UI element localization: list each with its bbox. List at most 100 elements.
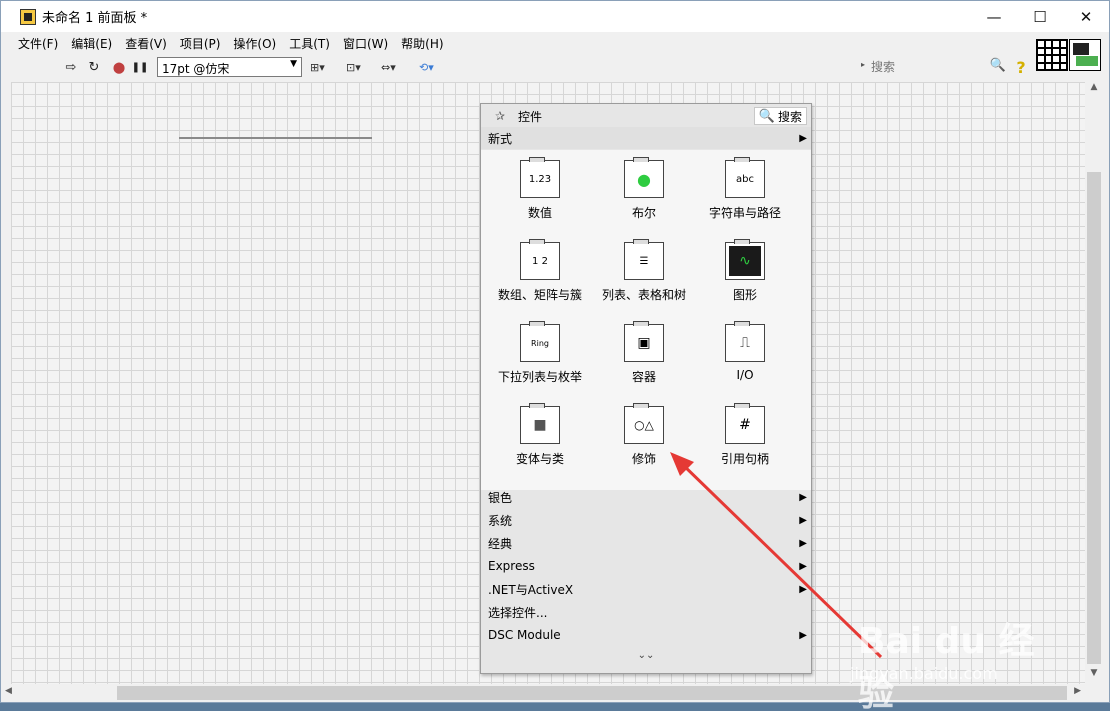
close-button[interactable]: ✕ — [1063, 1, 1109, 32]
boolean-folder-icon: ● — [624, 157, 664, 198]
maximize-button[interactable]: ☐ — [1017, 1, 1063, 32]
palette-search-button[interactable]: 🔍 搜索 — [753, 107, 807, 125]
palette-item-string-path[interactable]: abc 字符串与路径 — [693, 150, 797, 232]
palette-item-io[interactable]: ⎍ I/O — [693, 314, 797, 396]
category-modern[interactable]: 新式 ▶ — [481, 127, 811, 149]
category-label: 系统 — [488, 513, 513, 528]
category-label: 经典 — [488, 536, 513, 551]
pin-icon[interactable]: ✰ — [491, 109, 509, 123]
palette-item-containers[interactable]: ▣ 容器 — [592, 314, 696, 396]
palette-item-decorations[interactable]: ○△ 修饰 — [592, 396, 696, 478]
vi-icon-base — [1076, 56, 1098, 66]
scroll-down-icon[interactable]: ▼ — [1085, 668, 1103, 682]
watermark-text: Bai du 经验 — [858, 621, 1035, 711]
palette-item-boolean[interactable]: ● 布尔 — [592, 150, 696, 232]
window-controls: — ☐ ✕ — [971, 1, 1109, 32]
palette-item-ring-enum[interactable]: Ring 下拉列表与枚举 — [488, 314, 592, 396]
scroll-left-icon[interactable]: ◀ — [5, 686, 12, 696]
labview-app-icon — [20, 8, 36, 25]
vertical-scroll-thumb[interactable] — [1087, 172, 1101, 664]
toolbar-search: ▸ 🔍 — [861, 57, 1006, 77]
category-label: 银色 — [488, 490, 513, 505]
palette-item-refnum[interactable]: # 引用句柄 — [693, 396, 797, 478]
font-select-value: 17pt @仿宋 — [162, 62, 230, 76]
palette-item-numeric[interactable]: 1.23 数值 — [488, 150, 592, 232]
run-arrow-icon[interactable]: ⇨ — [62, 58, 80, 76]
palette-item-variant-class[interactable]: ■ 变体与类 — [488, 396, 592, 478]
palette-item-list-table-tree[interactable]: ☰ 列表、表格和树 — [592, 232, 696, 314]
graph-folder-icon: ∿ — [725, 239, 765, 280]
search-icon[interactable]: 🔍 — [990, 58, 1006, 73]
palette-item-array-matrix-cluster[interactable]: 1 2 数组、矩阵与簇 — [488, 232, 592, 314]
palette-item-label: 图形 — [732, 288, 757, 302]
baidu-watermark: Bai du 经验 jingyan.baidu.com — [850, 590, 1050, 711]
palette-item-label: 变体与类 — [515, 452, 564, 466]
chevron-right-icon: ▶ — [799, 491, 807, 503]
ring-enum-folder-icon: Ring — [520, 321, 560, 362]
category-label: Express — [488, 559, 535, 573]
palette-item-label: 下拉列表与枚举 — [497, 370, 582, 384]
category-label: .NET与ActiveX — [488, 582, 574, 597]
palette-item-label: 数组、矩阵与簇 — [497, 288, 582, 302]
palette-item-label: 字符串与路径 — [708, 206, 781, 220]
reorder-icon[interactable]: ⟲▾ — [419, 58, 434, 76]
resize-objects-icon[interactable]: ⇔▾ — [381, 58, 396, 76]
abort-icon[interactable]: ⬤ — [110, 58, 128, 76]
chevron-right-icon: ▶ — [799, 132, 807, 144]
search-input[interactable] — [871, 57, 991, 77]
minimize-button[interactable]: — — [971, 1, 1017, 32]
list-table-folder-icon: ☰ — [624, 239, 664, 280]
refnum-folder-icon: # — [725, 403, 765, 444]
menu-operate[interactable]: 操作(O) — [233, 35, 276, 52]
chevron-right-icon: ▶ — [799, 514, 807, 526]
category-dsc-module[interactable]: DSC Module ▶ — [481, 624, 811, 646]
vi-icon[interactable] — [1069, 39, 1101, 71]
context-help-icon[interactable]: ? — [1012, 57, 1030, 77]
category-dotnet-activex[interactable]: .NET与ActiveX ▶ — [481, 578, 811, 600]
chevron-right-icon: ▶ — [799, 583, 807, 595]
menu-project[interactable]: 项目(P) — [180, 35, 221, 52]
font-select[interactable]: 17pt @仿宋 ▼ — [157, 57, 302, 77]
menu-edit[interactable]: 编辑(E) — [71, 35, 112, 52]
menu-file[interactable]: 文件(F) — [18, 35, 58, 52]
menu-window[interactable]: 窗口(W) — [343, 35, 388, 52]
expand-more-icon[interactable]: ⌄⌄ — [481, 650, 811, 668]
palette-item-label: 容器 — [631, 370, 656, 384]
palette-item-label: 修饰 — [631, 452, 656, 466]
search-marker-icon: ▸ — [861, 60, 866, 69]
menu-view[interactable]: 查看(V) — [125, 35, 167, 52]
scroll-right-icon[interactable]: ▶ — [1074, 686, 1081, 696]
distribute-objects-icon[interactable]: ⊡▾ — [346, 58, 361, 76]
window-title: 未命名 1 前面板 * — [42, 11, 148, 26]
category-silver[interactable]: 银色 ▶ — [481, 486, 811, 508]
palette-header: ✰ 控件 🔍 搜索 — [481, 104, 811, 128]
title-bar: 未命名 1 前面板 * — ☐ ✕ — [1, 1, 1109, 32]
menu-tools[interactable]: 工具(T) — [289, 35, 330, 52]
io-folder-icon: ⎍ — [725, 321, 765, 362]
category-system[interactable]: 系统 ▶ — [481, 509, 811, 531]
run-continuously-icon[interactable]: ↻ — [85, 58, 103, 76]
palette-item-label: 引用句柄 — [720, 452, 769, 466]
category-classic[interactable]: 经典 ▶ — [481, 532, 811, 554]
decoration-line[interactable] — [179, 137, 372, 139]
palette-item-label: 列表、表格和树 — [601, 288, 686, 302]
menu-help[interactable]: 帮助(H) — [401, 35, 443, 52]
palette-item-label: 布尔 — [631, 206, 656, 220]
pause-icon[interactable]: ❚❚ — [131, 58, 149, 76]
controls-palette: ✰ 控件 🔍 搜索 新式 ▶ 1.23 数值 ● 布尔 abc 字符串与路径 1… — [480, 103, 812, 674]
category-label: 选择控件... — [488, 605, 548, 620]
palette-item-graph[interactable]: ∿ 图形 — [693, 232, 797, 314]
chevron-right-icon: ▶ — [799, 560, 807, 572]
scroll-up-icon[interactable]: ▲ — [1085, 82, 1103, 96]
select-control-item[interactable]: 选择控件... — [481, 601, 811, 623]
category-express[interactable]: Express ▶ — [481, 555, 811, 577]
search-icon: 🔍 — [758, 108, 775, 124]
palette-item-label: 数值 — [527, 206, 552, 220]
vertical-scrollbar[interactable]: ▲ ▼ — [1085, 80, 1103, 684]
connector-pane-icon[interactable] — [1036, 39, 1068, 71]
numeric-folder-icon: 1.23 — [520, 157, 560, 198]
vi-icon-screen — [1073, 43, 1089, 55]
chevron-right-icon: ▶ — [799, 537, 807, 549]
decorations-folder-icon: ○△ — [624, 403, 664, 444]
align-objects-icon[interactable]: ⊞▾ — [310, 58, 325, 76]
